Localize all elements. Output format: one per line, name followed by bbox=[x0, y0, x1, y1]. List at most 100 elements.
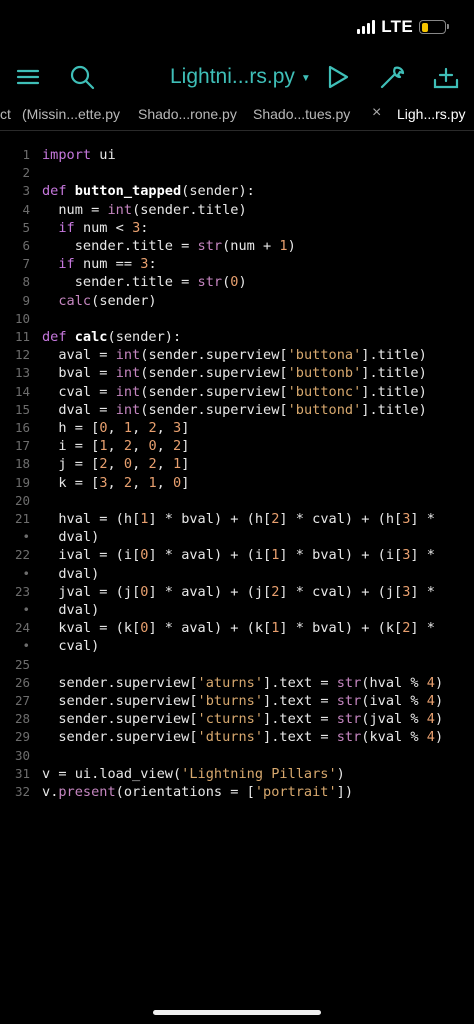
tab-file-3[interactable]: Shado...rone.py bbox=[138, 106, 237, 122]
code-line[interactable]: 32 v.present(orientations = ['portrait']) bbox=[0, 783, 474, 801]
battery-icon bbox=[419, 20, 449, 34]
code-text: sender.superview['aturns'].text = str(hv… bbox=[58, 674, 444, 691]
code-text: v = ui.load_view('Lightning Pillars') bbox=[42, 765, 345, 782]
file-title-button[interactable]: Lightni...rs.py ▼ bbox=[170, 62, 311, 92]
code-line[interactable]: • cval) bbox=[0, 637, 474, 655]
line-number: 31 bbox=[14, 765, 30, 781]
code-text: num = int(sender.title) bbox=[58, 201, 247, 218]
code-text: import ui bbox=[42, 147, 116, 163]
hamburger-menu-icon[interactable] bbox=[13, 62, 43, 92]
code-line[interactable]: 7 if num == 3: bbox=[0, 255, 474, 273]
search-icon[interactable] bbox=[67, 62, 97, 92]
line-number: 17 bbox=[14, 438, 30, 454]
line-number: 20 bbox=[14, 492, 30, 508]
status-bar: LTE bbox=[0, 0, 474, 54]
code-line[interactable]: • dval) bbox=[0, 601, 474, 619]
code-text: dval) bbox=[58, 602, 100, 618]
code-text: def button_tapped(sender): bbox=[42, 183, 255, 200]
close-tab-icon[interactable]: × bbox=[372, 104, 381, 122]
status-indicators: LTE bbox=[357, 16, 449, 38]
wrench-icon[interactable] bbox=[377, 62, 407, 92]
code-line[interactable]: 11 def calc(sender): bbox=[0, 328, 474, 346]
code-line[interactable]: 2 bbox=[0, 164, 474, 182]
code-line[interactable]: 6 sender.title = str(num + 1) bbox=[0, 237, 474, 255]
code-line[interactable]: 22 ival = (i[0] * aval) + (i[1] * bval) … bbox=[0, 546, 474, 564]
code-text: j = [2, 0, 2, 1] bbox=[58, 456, 190, 473]
line-number: 29 bbox=[14, 729, 30, 745]
code-text: v.present(orientations = ['portrait']) bbox=[42, 784, 354, 800]
tab-file-4[interactable]: Shado...tues.py bbox=[253, 106, 350, 122]
code-line[interactable]: 14 cval = int(sender.superview['buttonc'… bbox=[0, 383, 474, 401]
code-line[interactable]: 4 num = int(sender.title) bbox=[0, 201, 474, 219]
tab-file-active[interactable]: Ligh...rs.py bbox=[397, 106, 465, 122]
code-line[interactable]: 21 hval = (h[1] * bval) + (h[2] * cval) … bbox=[0, 510, 474, 528]
code-line[interactable]: 1 import ui bbox=[0, 146, 474, 164]
code-text: if num == 3: bbox=[58, 256, 157, 273]
code-line[interactable]: 3 def button_tapped(sender): bbox=[0, 182, 474, 200]
chevron-down-icon: ▼ bbox=[300, 73, 311, 84]
code-line[interactable]: • dval) bbox=[0, 565, 474, 583]
code-line[interactable]: 31 v = ui.load_view('Lightning Pillars') bbox=[0, 765, 474, 783]
code-text: aval = int(sender.superview['buttona'].t… bbox=[58, 347, 427, 364]
code-line[interactable]: 16 h = [0, 1, 2, 3] bbox=[0, 419, 474, 437]
line-number: 30 bbox=[14, 747, 30, 763]
code-line[interactable]: 26 sender.superview['aturns'].text = str… bbox=[0, 674, 474, 692]
line-number: 13 bbox=[14, 365, 30, 381]
code-line[interactable]: 18 j = [2, 0, 2, 1] bbox=[0, 455, 474, 473]
code-line[interactable]: 12 aval = int(sender.superview['buttona'… bbox=[0, 346, 474, 364]
line-number: 8 bbox=[22, 274, 30, 290]
code-line[interactable]: • dval) bbox=[0, 528, 474, 546]
line-number: 24 bbox=[14, 620, 30, 636]
code-text: dval = int(sender.superview['buttond'].t… bbox=[58, 401, 427, 418]
editor-toolbar: Lightni...rs.py ▼ bbox=[0, 54, 474, 100]
code-line[interactable]: 19 k = [3, 2, 1, 0] bbox=[0, 474, 474, 492]
code-text: sender.title = str(num + 1) bbox=[74, 238, 296, 254]
code-text: sender.superview['bturns'].text = str(iv… bbox=[58, 693, 444, 709]
code-line[interactable]: 20 bbox=[0, 492, 474, 510]
tab-file-2[interactable]: (Missin...ette.py bbox=[22, 106, 120, 122]
line-number: 25 bbox=[14, 656, 30, 672]
line-number: 9 bbox=[22, 292, 30, 308]
line-number: 28 bbox=[14, 711, 30, 727]
code-line[interactable]: 10 bbox=[0, 310, 474, 328]
file-tab-bar: ct (Missin...ette.py Shado...rone.py Sha… bbox=[0, 100, 474, 131]
line-number: 21 bbox=[14, 511, 30, 526]
line-number: 6 bbox=[22, 238, 30, 253]
code-line[interactable]: 9 calc(sender) bbox=[0, 292, 474, 310]
line-number: • bbox=[22, 529, 30, 545]
play-icon[interactable] bbox=[322, 62, 352, 92]
code-line[interactable]: 8 sender.title = str(0) bbox=[0, 273, 474, 291]
add-file-icon[interactable] bbox=[431, 62, 461, 92]
code-line[interactable]: 17 i = [1, 2, 0, 2] bbox=[0, 437, 474, 455]
code-line[interactable]: 24 kval = (k[0] * aval) + (k[1] * bval) … bbox=[0, 619, 474, 637]
network-type: LTE bbox=[381, 17, 413, 36]
line-number: 15 bbox=[14, 401, 30, 417]
line-number: 4 bbox=[22, 201, 30, 217]
code-line[interactable]: 28 sender.superview['cturns'].text = str… bbox=[0, 710, 474, 728]
code-text: calc(sender) bbox=[58, 292, 157, 309]
code-line[interactable]: 23 jval = (j[0] * aval) + (j[2] * cval) … bbox=[0, 583, 474, 601]
tab-file-1[interactable]: ct bbox=[0, 106, 11, 122]
code-text: cval) bbox=[58, 638, 100, 655]
code-line[interactable]: 25 bbox=[0, 656, 474, 674]
home-indicator[interactable] bbox=[153, 1010, 321, 1015]
line-number: 3 bbox=[22, 183, 30, 199]
code-line[interactable]: 5 if num < 3: bbox=[0, 219, 474, 237]
code-line[interactable]: 29 sender.superview['dturns'].text = str… bbox=[0, 728, 474, 746]
line-number: 32 bbox=[14, 784, 30, 799]
code-text: i = [1, 2, 0, 2] bbox=[58, 438, 190, 455]
code-text: sender.superview['dturns'].text = str(kv… bbox=[58, 729, 444, 746]
code-text: hval = (h[1] * bval) + (h[2] * cval) + (… bbox=[58, 511, 435, 527]
file-title: Lightni...rs.py bbox=[170, 65, 295, 88]
code-line[interactable]: 13 bval = int(sender.superview['buttonb'… bbox=[0, 364, 474, 382]
code-line[interactable]: 30 bbox=[0, 747, 474, 765]
line-number: 16 bbox=[14, 420, 30, 435]
code-line[interactable]: 15 dval = int(sender.superview['buttond'… bbox=[0, 401, 474, 419]
code-text: dval) bbox=[58, 565, 100, 582]
line-number: 19 bbox=[14, 474, 30, 490]
line-number: • bbox=[22, 565, 30, 581]
code-text: h = [0, 1, 2, 3] bbox=[58, 420, 190, 436]
line-number: 18 bbox=[14, 456, 30, 472]
line-number: 14 bbox=[14, 383, 30, 399]
code-line[interactable]: 27 sender.superview['bturns'].text = str… bbox=[0, 692, 474, 710]
